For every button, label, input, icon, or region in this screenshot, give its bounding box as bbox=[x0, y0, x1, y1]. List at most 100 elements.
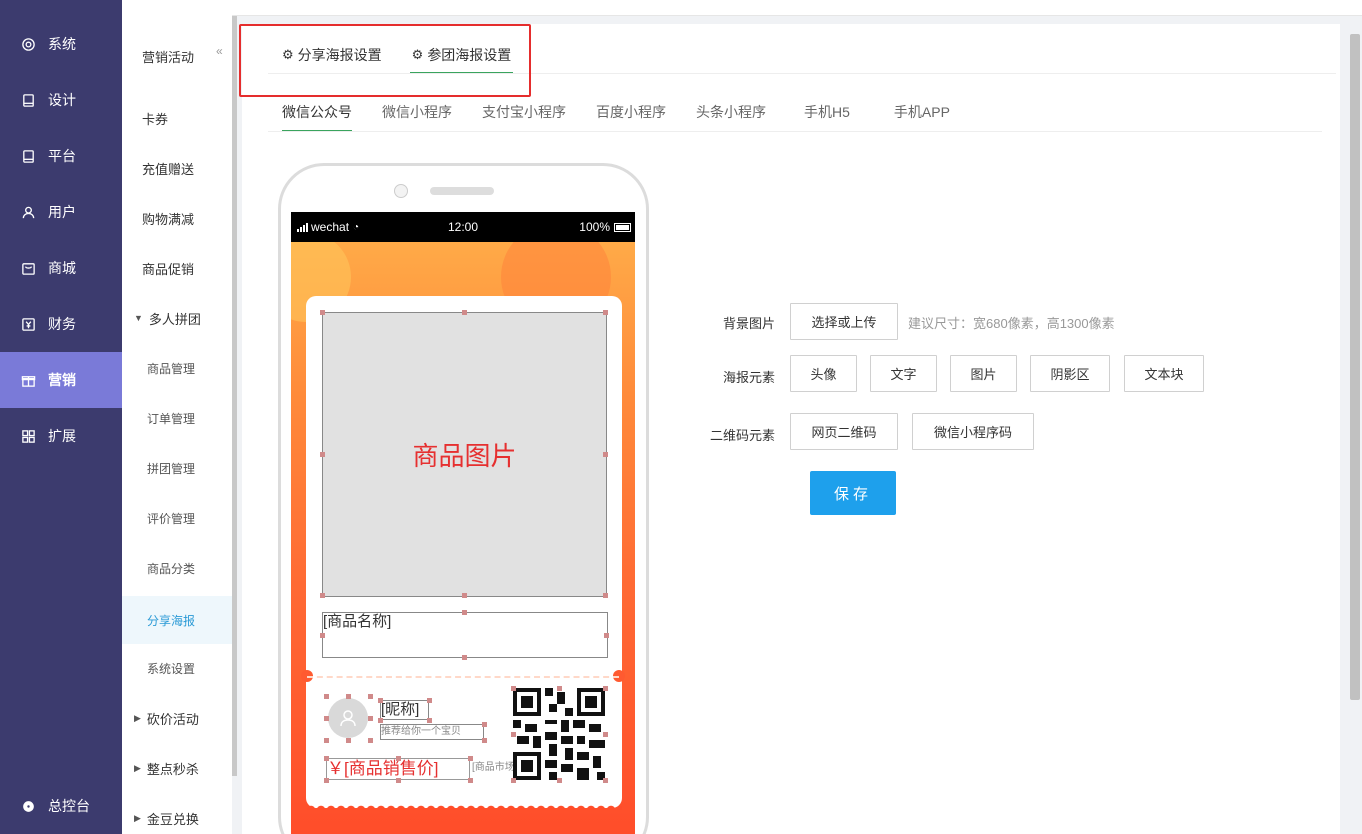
subnav-item-goods-manage[interactable]: 商品管理 bbox=[122, 346, 232, 390]
tab-app[interactable]: 手机APP bbox=[894, 92, 950, 132]
add-avatar-button[interactable]: 头像 bbox=[790, 355, 857, 392]
sidebar-scrollbar[interactable] bbox=[232, 16, 237, 776]
subnav-item-full-reduction[interactable]: 购物满减 bbox=[122, 196, 232, 240]
resize-handle[interactable] bbox=[378, 718, 383, 723]
qr-code-icon[interactable] bbox=[513, 688, 605, 780]
resize-handle[interactable] bbox=[396, 778, 401, 783]
battery-icon bbox=[614, 222, 631, 232]
tablet-icon bbox=[20, 148, 36, 164]
resize-handle[interactable] bbox=[482, 738, 487, 743]
subnav-label: 商品分类 bbox=[147, 561, 196, 576]
poster-nickname[interactable]: [昵称] bbox=[380, 700, 429, 720]
nav-item-shop[interactable]: 商城 bbox=[0, 240, 122, 296]
subnav-item-order-manage[interactable]: 订单管理 bbox=[122, 396, 232, 440]
resize-handle[interactable] bbox=[324, 756, 329, 761]
poster-recommend-text[interactable]: 推荐给你一个宝贝 bbox=[380, 724, 484, 740]
resize-handle[interactable] bbox=[320, 593, 325, 598]
subnav-label: 评价管理 bbox=[147, 511, 196, 526]
subnav-item-group-manage[interactable]: 拼团管理 bbox=[122, 446, 232, 490]
subnav-item-goods-category[interactable]: 商品分类 bbox=[122, 546, 232, 590]
nav-item-user[interactable]: 用户 bbox=[0, 184, 122, 240]
resize-handle[interactable] bbox=[320, 452, 325, 457]
tab-toutiao-mini[interactable]: 头条小程序 bbox=[696, 92, 766, 132]
page-scrollbar[interactable] bbox=[1350, 34, 1360, 700]
resize-handle[interactable] bbox=[482, 722, 487, 727]
resize-handle[interactable] bbox=[346, 738, 351, 743]
resize-handle[interactable] bbox=[462, 593, 467, 598]
subnav-item-review-manage[interactable]: 评价管理 bbox=[122, 496, 232, 540]
add-image-button[interactable]: 图片 bbox=[950, 355, 1017, 392]
nav-item-platform[interactable]: 平台 bbox=[0, 128, 122, 184]
resize-handle[interactable] bbox=[320, 310, 325, 315]
resize-handle[interactable] bbox=[324, 738, 329, 743]
resize-handle[interactable] bbox=[603, 452, 608, 457]
resize-handle[interactable] bbox=[324, 716, 329, 721]
collapse-sidebar-button[interactable]: « bbox=[216, 44, 223, 58]
tab-baidu-mini[interactable]: 百度小程序 bbox=[596, 92, 666, 132]
add-textblock-button[interactable]: 文本块 bbox=[1124, 355, 1204, 392]
add-shadow-button[interactable]: 阴影区 bbox=[1030, 355, 1110, 392]
resize-handle[interactable] bbox=[396, 756, 401, 761]
resize-handle[interactable] bbox=[368, 738, 373, 743]
add-web-qr-button[interactable]: 网页二维码 bbox=[790, 413, 898, 450]
nav-item-extend[interactable]: 扩展 bbox=[0, 408, 122, 464]
resize-handle[interactable] bbox=[462, 310, 467, 315]
resize-handle[interactable] bbox=[346, 694, 351, 699]
nav-item-finance[interactable]: 财务 bbox=[0, 296, 122, 352]
subnav-item-group-buy[interactable]: ▼ 多人拼团 bbox=[122, 296, 232, 340]
nav-item-label: 商城 bbox=[48, 260, 76, 276]
resize-handle[interactable] bbox=[603, 310, 608, 315]
resize-handle[interactable] bbox=[603, 686, 608, 691]
add-text-button[interactable]: 文字 bbox=[870, 355, 937, 392]
poster-product-image[interactable]: 商品图片 bbox=[322, 312, 607, 597]
poster-avatar[interactable] bbox=[328, 698, 368, 738]
poster-sale-price[interactable]: ￥[商品销售价] bbox=[326, 758, 470, 780]
save-button[interactable]: 保存 bbox=[810, 471, 896, 515]
nav-item-design[interactable]: 设计 bbox=[0, 72, 122, 128]
resize-handle[interactable] bbox=[603, 778, 608, 783]
resize-handle[interactable] bbox=[427, 718, 432, 723]
resize-handle[interactable] bbox=[557, 686, 562, 691]
nav-item-label: 总控台 bbox=[48, 798, 90, 814]
resize-handle[interactable] bbox=[378, 698, 383, 703]
resize-handle[interactable] bbox=[604, 633, 609, 638]
resize-handle[interactable] bbox=[324, 778, 329, 783]
resize-handle[interactable] bbox=[603, 593, 608, 598]
resize-handle[interactable] bbox=[511, 686, 516, 691]
resize-handle[interactable] bbox=[368, 694, 373, 699]
subnav-item-share-poster[interactable]: 分享海报 bbox=[122, 596, 232, 644]
tab-alipay-mini[interactable]: 支付宝小程序 bbox=[482, 92, 566, 132]
status-bar: wechat ◔ 12:00 100% bbox=[291, 212, 635, 242]
subnav-label: 营销活动 bbox=[142, 49, 195, 65]
nav-item-system[interactable]: 系统 bbox=[0, 16, 122, 72]
resize-handle[interactable] bbox=[511, 732, 516, 737]
subnav-item-coupon[interactable]: 卡券 bbox=[122, 96, 232, 140]
subnav-item-bargain[interactable]: ▶ 砍价活动 bbox=[122, 696, 232, 740]
resize-handle[interactable] bbox=[427, 698, 432, 703]
carrier-label: wechat bbox=[311, 220, 350, 234]
subnav-item-recharge[interactable]: 充值赠送 bbox=[122, 146, 232, 190]
resize-handle[interactable] bbox=[462, 610, 467, 615]
nav-item-console[interactable]: 总控台 bbox=[0, 778, 122, 834]
resize-handle[interactable] bbox=[462, 655, 467, 660]
poster-product-name[interactable]: [商品名称] bbox=[322, 612, 608, 658]
tab-wechat-mini[interactable]: 微信小程序 bbox=[382, 92, 452, 132]
gift-icon bbox=[20, 372, 36, 388]
tab-h5[interactable]: 手机H5 bbox=[804, 92, 850, 132]
resize-handle[interactable] bbox=[324, 694, 329, 699]
resize-handle[interactable] bbox=[368, 716, 373, 721]
tab-wechat-official[interactable]: 微信公众号 bbox=[282, 92, 352, 132]
subnav-item-flash-sale[interactable]: ▶ 整点秒杀 bbox=[122, 746, 232, 790]
add-mini-program-code-button[interactable]: 微信小程序码 bbox=[912, 413, 1034, 450]
resize-handle[interactable] bbox=[468, 778, 473, 783]
nav-item-marketing[interactable]: 营销 bbox=[0, 352, 122, 408]
subnav-item-promotion[interactable]: 商品促销 bbox=[122, 246, 232, 290]
resize-handle[interactable] bbox=[603, 732, 608, 737]
resize-handle[interactable] bbox=[557, 778, 562, 783]
choose-upload-button[interactable]: 选择或上传 bbox=[790, 303, 898, 340]
resize-handle[interactable] bbox=[320, 633, 325, 638]
subnav-item-bean-exchange[interactable]: ▶ 金豆兑换 bbox=[122, 796, 232, 834]
resize-handle[interactable] bbox=[511, 778, 516, 783]
caret-right-icon: ▶ bbox=[134, 812, 141, 823]
subnav-item-system-settings[interactable]: 系统设置 bbox=[122, 646, 232, 690]
